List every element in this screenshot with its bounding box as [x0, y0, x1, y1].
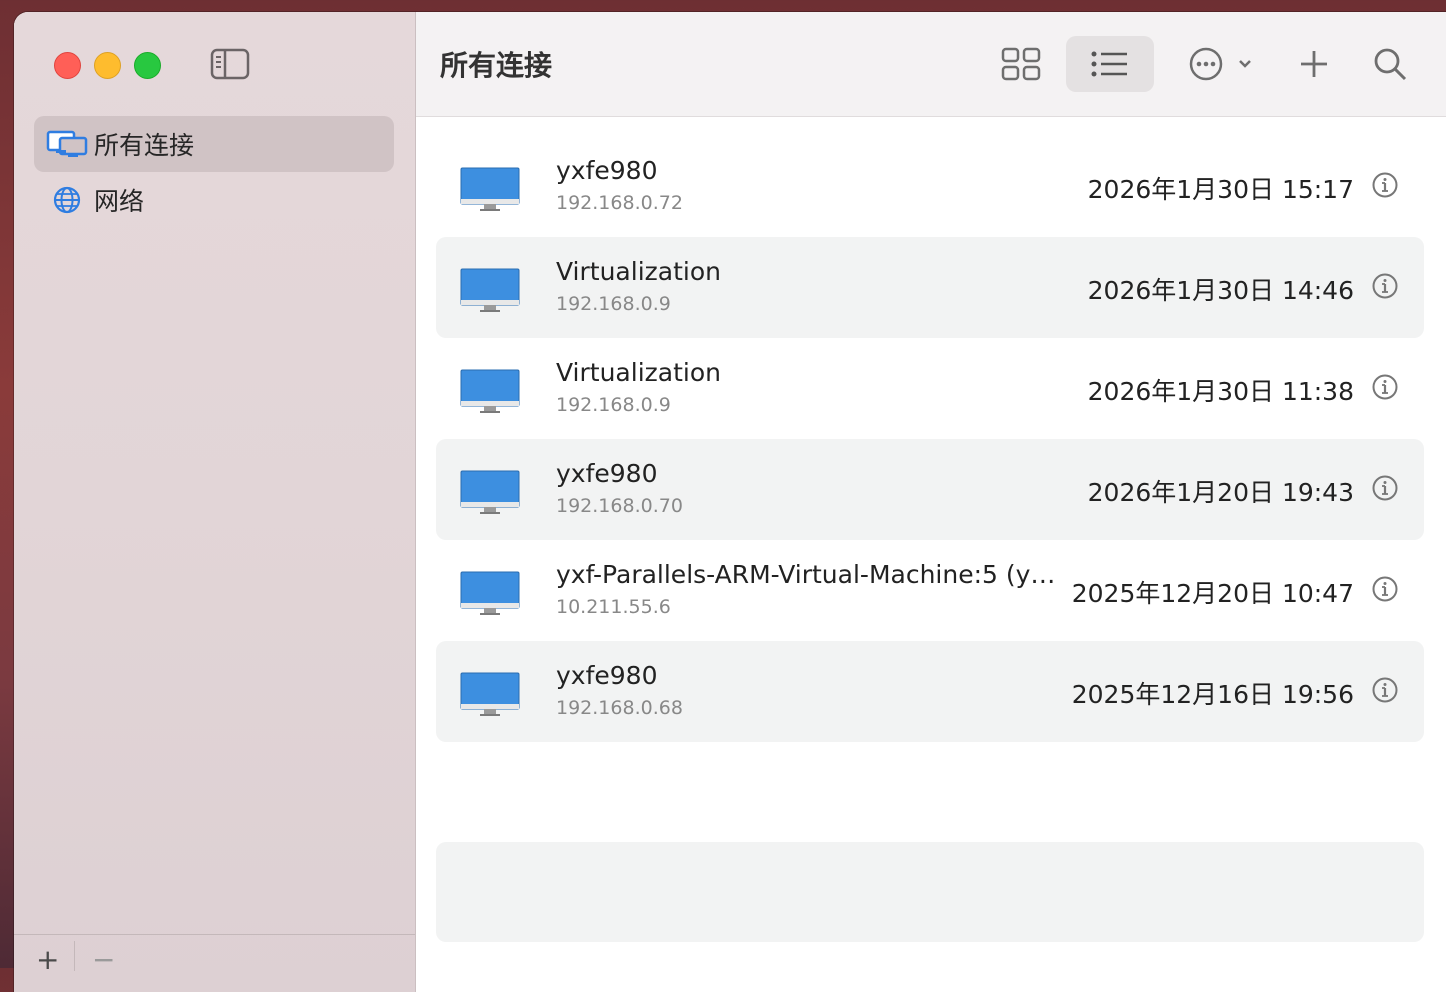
- connection-row[interactable]: Virtualization 192.168.0.9 2026年1月30日 14…: [436, 237, 1424, 338]
- list-view-button[interactable]: [1066, 36, 1154, 92]
- monitor-icon: [460, 571, 520, 615]
- sidebar-item-network[interactable]: 网络: [34, 172, 394, 228]
- connection-name: yxfe980: [556, 156, 658, 185]
- info-icon[interactable]: [1372, 273, 1398, 299]
- monitor-icon: [460, 369, 520, 413]
- empty-list-row: [436, 842, 1424, 942]
- sidebar-footer: + −: [14, 934, 415, 992]
- sidebar-item-all-connections[interactable]: 所有连接: [34, 116, 394, 172]
- displays-icon: [46, 129, 88, 159]
- connection-date: 2026年1月20日 19:43: [1087, 478, 1354, 507]
- page-title: 所有连接: [440, 49, 553, 82]
- monitor-icon: [460, 167, 520, 211]
- sidebar-toggle-icon[interactable]: [210, 47, 250, 81]
- info-icon[interactable]: [1372, 374, 1398, 400]
- connection-address: 192.168.0.68: [556, 697, 683, 719]
- monitor-icon: [460, 672, 520, 716]
- connection-date: 2026年1月30日 15:17: [1087, 175, 1354, 204]
- connection-row[interactable]: yxfe980 192.168.0.70 2026年1月20日 19:43: [436, 439, 1424, 540]
- info-icon[interactable]: [1372, 475, 1398, 501]
- connection-row[interactable]: yxf-Parallels-ARM-Virtual-Machine:5 (y… …: [436, 540, 1424, 641]
- app-window: 所有连接 网络 + − 所有连接 yxfe980 192.168.0.72 20…: [14, 12, 1446, 992]
- info-icon[interactable]: [1372, 172, 1398, 198]
- ellipsis-circle-icon: [1189, 47, 1251, 81]
- connection-date: 2025年12月16日 19:56: [1071, 680, 1354, 709]
- monitor-icon: [460, 470, 520, 514]
- connection-row[interactable]: yxfe980 192.168.0.68 2025年12月16日 19:56: [436, 641, 1424, 742]
- connection-address: 10.211.55.6: [556, 596, 671, 618]
- toolbar: 所有连接: [416, 12, 1446, 117]
- divider: [74, 941, 75, 971]
- globe-icon: [46, 185, 88, 215]
- maximize-window-button[interactable]: [134, 52, 161, 79]
- add-connection-button[interactable]: [1292, 36, 1336, 92]
- connection-name: yxfe980: [556, 459, 658, 488]
- connection-row[interactable]: yxfe980 192.168.0.72 2026年1月30日 15:17: [436, 136, 1424, 237]
- connection-row[interactable]: Virtualization 192.168.0.9 2026年1月30日 11…: [436, 338, 1424, 439]
- main-content: 所有连接 yxfe980 192.168.0.72 2026年1月30日 15:…: [416, 12, 1446, 992]
- connection-address: 192.168.0.72: [556, 192, 683, 214]
- info-icon[interactable]: [1372, 677, 1398, 703]
- sidebar-item-label: 所有连接: [94, 131, 195, 160]
- search-button[interactable]: [1368, 36, 1412, 92]
- more-actions-button[interactable]: [1186, 36, 1260, 92]
- connection-name: yxf-Parallels-ARM-Virtual-Machine:5 (y…: [556, 560, 1056, 589]
- connection-address: 192.168.0.9: [556, 293, 671, 315]
- close-window-button[interactable]: [54, 52, 81, 79]
- search-icon: [1374, 48, 1407, 81]
- connection-address: 192.168.0.9: [556, 394, 671, 416]
- connection-date: 2026年1月30日 14:46: [1087, 276, 1354, 305]
- connection-address: 192.168.0.70: [556, 495, 683, 517]
- connection-date: 2025年12月20日 10:47: [1071, 579, 1354, 608]
- connection-date: 2026年1月30日 11:38: [1087, 377, 1354, 406]
- list-view-icon: [1091, 51, 1127, 77]
- monitor-icon: [460, 268, 520, 312]
- info-icon[interactable]: [1372, 576, 1398, 602]
- add-group-button[interactable]: +: [36, 943, 59, 976]
- sidebar: 所有连接 网络 + −: [14, 12, 416, 992]
- connection-name: Virtualization: [556, 358, 721, 387]
- connection-list: yxfe980 192.168.0.72 2026年1月30日 15:17 Vi…: [436, 136, 1424, 742]
- remove-group-button[interactable]: −: [92, 943, 115, 976]
- sidebar-item-label: 网络: [94, 187, 145, 216]
- connection-name: Virtualization: [556, 257, 721, 286]
- grid-view-button[interactable]: [994, 36, 1048, 92]
- minimize-window-button[interactable]: [94, 52, 121, 79]
- connection-name: yxfe980: [556, 661, 658, 690]
- plus-icon: [1301, 51, 1327, 77]
- grid-view-icon: [1001, 47, 1041, 81]
